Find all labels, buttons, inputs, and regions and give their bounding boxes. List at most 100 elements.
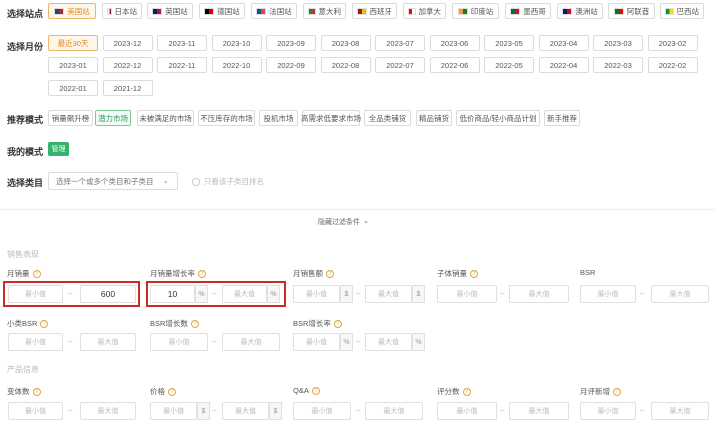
revenue-max-input[interactable]: 最大值 [365,285,412,303]
month-chip[interactable]: 2023-04 [538,35,589,51]
site-label: 意大利 [318,6,342,16]
mode-chip[interactable]: 高需求低要求市场 [301,110,361,126]
site-label: 巴西站 [676,6,700,16]
month-chip[interactable]: 2023-07 [375,35,425,51]
site-chip[interactable]: 加拿大 [403,3,446,19]
month-chip[interactable]: 2023-02 [647,35,698,51]
qa-min-input[interactable]: 最小值 [293,402,351,420]
help-icon: ? [40,319,49,328]
month-chip[interactable]: 2023-06 [429,35,480,51]
month-chip[interactable]: 2022-11 [157,57,207,73]
month-chip[interactable]: 2022-09 [266,57,316,73]
bsr-growth-rate-min-input[interactable]: 最小值 [293,333,340,351]
site-chip[interactable]: 西班牙 [352,3,397,19]
mode-chip[interactable]: 投机市场 [259,110,298,126]
month-row-label: 选择月份 [7,42,44,52]
bsr-min-input[interactable]: 最小值 [580,285,636,303]
month-chip[interactable]: 2022-07 [375,57,425,73]
month-chip[interactable]: 2023-09 [266,35,316,51]
month-chip[interactable]: 2022-02 [647,57,698,73]
month-chip[interactable]: 2023-05 [484,35,534,51]
bsr-growth-count-min-input[interactable]: 最小值 [150,333,208,351]
mode-chip[interactable]: 销量飙升榜 [48,110,93,126]
review-max-input[interactable]: 最大值 [509,402,569,420]
monthly-sales-growth-text: 月销量增长率 [150,269,195,278]
new-reviews-min-input[interactable]: 最小值 [580,402,636,420]
month-chip[interactable]: 2022-10 [211,57,262,73]
site-chip[interactable]: 印度站 [452,3,499,19]
site-label: 墨西哥 [523,6,546,16]
site-chip[interactable]: 阿联酋 [608,3,655,19]
bsr-growth-count-max-input[interactable]: 最大值 [222,333,280,351]
month-chip[interactable]: 2022-08 [320,57,371,73]
month-chip[interactable]: 2022-03 [593,57,643,73]
range-dash: – [68,406,73,415]
variant-min-input[interactable]: 最小值 [8,402,63,420]
price-max-input[interactable]: 最大值 [222,402,269,420]
range-dash: – [68,337,73,346]
price-label: 价格? [150,386,176,397]
site-chip[interactable]: 英国站 [147,3,193,19]
monthly-new-reviews-label: 月评新增? [580,386,621,397]
month-chip[interactable]: 2023-10 [211,35,262,51]
month-chip[interactable]: 2022-06 [429,57,480,73]
bsr-max-input[interactable]: 最大值 [651,285,709,303]
variant-max-input[interactable]: 最大值 [80,402,136,420]
category-placeholder: 选择一个或多个类目和子类目 [56,176,154,186]
site-chip[interactable]: 德国站 [199,3,245,19]
sub-bsr-label: 小类BSR? [7,318,49,329]
qa-max-input[interactable]: 最大值 [365,402,423,420]
dollar-unit: $ [340,285,353,303]
flag-icon [457,7,468,15]
site-label: 澳洲站 [575,6,598,16]
new-reviews-max-input[interactable]: 最大值 [651,402,709,420]
site-chip[interactable]: 日本站 [102,3,142,19]
site-chip[interactable]: 意大利 [303,3,346,19]
sub-sales-min-input[interactable]: 最小值 [437,285,497,303]
revenue-min-input[interactable]: 最小值 [293,285,340,303]
month-chip[interactable]: 2022-04 [538,57,589,73]
review-min-input[interactable]: 最小值 [437,402,497,420]
site-label: 日本站 [114,6,138,16]
mode-chip[interactable]: 精品铺货 [416,110,452,126]
help-icon: ? [333,319,342,328]
sub-sales-max-input[interactable]: 最大值 [509,285,569,303]
month-chip[interactable]: 2023-08 [320,35,371,51]
toggle-filters[interactable]: 隐藏过滤条件 ⌄ [318,217,369,227]
manage-button[interactable]: 管理 [48,142,69,156]
month-chip[interactable]: 2022-05 [484,57,534,73]
month-chip[interactable]: 2023-12 [102,35,153,51]
month-chip[interactable]: 最近30天 [48,35,98,51]
mode-chip[interactable]: 不压库存的市场 [198,110,255,126]
sub-bsr-min-input[interactable]: 最小值 [8,333,63,351]
mode-chip[interactable]: 未被满足的市场 [137,110,194,126]
monthly-new-reviews-text: 月评新增 [580,387,610,396]
site-chip[interactable]: 法国站 [251,3,297,19]
month-chip[interactable]: 2022-12 [102,57,153,73]
site-label: 阿联酋 [626,6,650,16]
sub-bsr-max-input[interactable]: 最大值 [80,333,136,351]
site-chip[interactable]: 澳洲站 [557,3,603,19]
month-chip[interactable]: 2023-11 [157,35,207,51]
site-chip[interactable]: 墨西哥 [505,3,551,19]
range-dash: – [356,337,361,346]
range-dash: – [500,406,505,415]
mode-chip[interactable]: 低价商品/轻小商品计划 [456,110,540,126]
mode-chip[interactable]: 新手推荐 [544,110,580,126]
mode-chip[interactable]: 潜力市场 [95,110,131,126]
month-chip[interactable]: 2023-01 [48,57,98,73]
site-chip[interactable]: 巴西站 [660,3,704,19]
month-chip[interactable]: 2023-03 [593,35,643,51]
price-min-input[interactable]: 最小值 [150,402,197,420]
month-chip[interactable]: 2022-01 [48,80,98,96]
mode-chip[interactable]: 全品类铺货 [364,110,411,126]
bsr-growth-rate-max-input[interactable]: 最大值 [365,333,412,351]
month-chip[interactable]: 2021-12 [102,80,153,96]
bsr-growth-rate-text: BSR增长率 [293,319,331,328]
only-subcategory-checkbox[interactable]: 只看该子类目排名 [192,176,264,187]
help-icon: ? [462,387,471,396]
monthly-revenue-text: 月销售额 [293,269,323,278]
highlight-box [146,281,286,307]
category-select[interactable]: 选择一个或多个类目和子类目 ⌄ [48,172,178,190]
site-chip[interactable]: 美国站 [48,3,96,19]
